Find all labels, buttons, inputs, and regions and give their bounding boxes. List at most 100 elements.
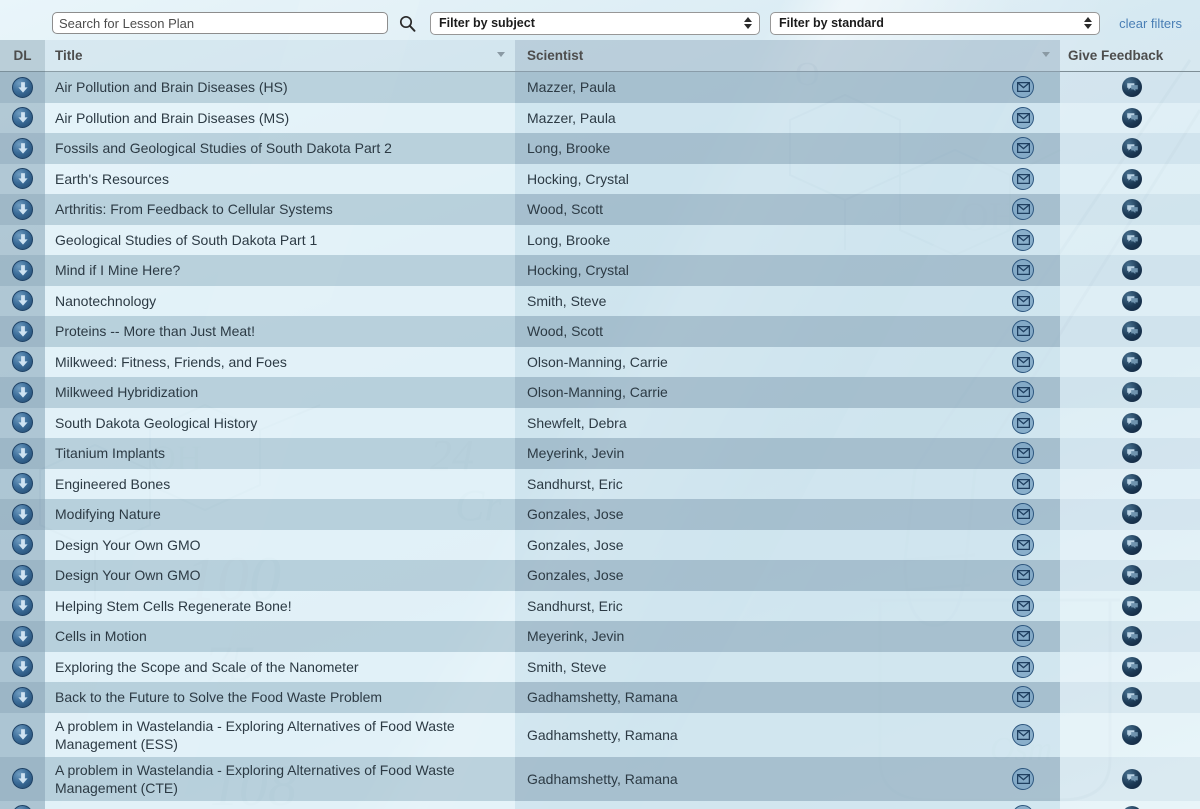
give-feedback-button[interactable] (1122, 290, 1142, 311)
email-scientist-button[interactable] (1012, 625, 1034, 648)
email-scientist-button[interactable] (1012, 686, 1034, 709)
give-feedback-button[interactable] (1122, 534, 1142, 555)
email-scientist-button[interactable] (1012, 472, 1034, 495)
download-button[interactable] (12, 656, 33, 678)
lesson-title-cell[interactable]: Modifying Nature (45, 499, 515, 530)
email-scientist-button[interactable] (1012, 594, 1034, 617)
table-row[interactable]: Cells in Motion Meyerink, Jevin (0, 621, 1200, 652)
give-feedback-button[interactable] (1122, 768, 1142, 789)
download-button[interactable] (12, 107, 33, 129)
give-feedback-button[interactable] (1122, 656, 1142, 677)
table-row[interactable]: Engineered Bones Sandhurst, Eric (0, 468, 1200, 499)
give-feedback-button[interactable] (1122, 565, 1142, 586)
chevron-down-icon[interactable] (1042, 51, 1050, 57)
column-header-title[interactable]: Title (45, 39, 515, 72)
download-button[interactable] (12, 595, 33, 617)
email-scientist-button[interactable] (1012, 564, 1034, 587)
give-feedback-button[interactable] (1122, 77, 1142, 98)
table-row[interactable]: Design Your Own GMO Gonzales, Jose (0, 560, 1200, 591)
download-button[interactable] (12, 381, 33, 403)
email-scientist-button[interactable] (1012, 503, 1034, 526)
download-button[interactable] (12, 76, 33, 98)
download-button[interactable] (12, 805, 33, 809)
download-button[interactable] (12, 412, 33, 434)
lesson-title-cell[interactable]: Milkweed Hybridization (45, 377, 515, 408)
column-header-scientist[interactable]: Scientist (515, 39, 1060, 72)
table-row[interactable]: Arthritis: From Feedback to Cellular Sys… (0, 194, 1200, 225)
download-button[interactable] (12, 473, 33, 495)
table-row[interactable]: Modifying Nature Gonzales, Jose (0, 499, 1200, 530)
table-row[interactable]: Design Your Own GMO Gonzales, Jose (0, 529, 1200, 560)
filter-by-standard-select[interactable]: Filter by standard (770, 11, 1100, 35)
give-feedback-button[interactable] (1122, 168, 1142, 189)
table-row[interactable]: A problem in Wastelandia - Exploring Alt… (0, 712, 1200, 757)
email-scientist-button[interactable] (1012, 320, 1034, 343)
download-button[interactable] (12, 320, 33, 342)
email-scientist-button[interactable] (1012, 259, 1034, 282)
give-feedback-button[interactable] (1122, 412, 1142, 433)
table-row[interactable]: A problem in Wastelandia - Exploring Alt… (0, 756, 1200, 801)
download-button[interactable] (12, 229, 33, 251)
give-feedback-button[interactable] (1122, 724, 1142, 745)
lesson-title-cell[interactable]: South Dakota Geological History (45, 407, 515, 438)
email-scientist-button[interactable] (1012, 106, 1034, 129)
lesson-title-cell[interactable]: Nanotechnology (45, 285, 515, 316)
filter-by-subject-select[interactable]: Filter by subject (430, 11, 760, 35)
give-feedback-button[interactable] (1122, 138, 1142, 159)
download-button[interactable] (12, 290, 33, 312)
lesson-title-cell[interactable]: Helping Stem Cells Regenerate Bone! (45, 590, 515, 621)
give-feedback-button[interactable] (1122, 382, 1142, 403)
give-feedback-button[interactable] (1122, 199, 1142, 220)
give-feedback-button[interactable] (1122, 260, 1142, 281)
download-button[interactable] (12, 503, 33, 525)
give-feedback-button[interactable] (1122, 595, 1142, 616)
email-scientist-button[interactable] (1012, 198, 1034, 221)
table-row[interactable]: Air Pollution and Brain Diseases (MS) Maz… (0, 102, 1200, 133)
table-row[interactable]: Milkweed: Fitness, Friends, and Foes Olso… (0, 346, 1200, 377)
download-button[interactable] (12, 768, 33, 789)
email-scientist-button[interactable] (1012, 655, 1034, 678)
chevron-down-icon[interactable] (497, 51, 505, 57)
lesson-title-cell[interactable]: A problem in Wastelandia - Exploring Alt… (45, 712, 515, 757)
download-button[interactable] (12, 442, 33, 464)
download-button[interactable] (12, 351, 33, 373)
table-row[interactable]: Proteins -- More than Just Meat! Wood, Sc… (0, 316, 1200, 347)
email-scientist-button[interactable] (1012, 381, 1034, 404)
give-feedback-button[interactable] (1122, 473, 1142, 494)
table-row[interactable]: Titanium Implants Meyerink, Jevin (0, 438, 1200, 469)
table-row[interactable]: South Dakota Geological History Shewfelt,… (0, 407, 1200, 438)
table-row[interactable]: Back to the Future to Solve the Food Was… (0, 682, 1200, 713)
search-input[interactable] (52, 12, 388, 34)
give-feedback-button[interactable] (1122, 229, 1142, 250)
lesson-title-cell[interactable]: Arthritis: From Feedback to Cellular Sys… (45, 194, 515, 225)
email-scientist-button[interactable] (1012, 350, 1034, 373)
table-row[interactable]: Milkweed Hybridization Olson-Manning, Car… (0, 377, 1200, 408)
email-scientist-button[interactable] (1012, 76, 1034, 99)
download-button[interactable] (12, 259, 33, 281)
lesson-title-cell[interactable]: Titanium Implants (45, 438, 515, 469)
email-scientist-button[interactable] (1012, 723, 1034, 746)
table-row[interactable]: Fossils and Geological Studies of South … (0, 133, 1200, 164)
table-row[interactable]: Air Pollution and Brain Diseases (HS) Maz… (0, 72, 1200, 103)
download-button[interactable] (12, 198, 33, 220)
email-scientist-button[interactable] (1012, 137, 1034, 160)
download-button[interactable] (12, 564, 33, 586)
table-row[interactable] (0, 800, 1200, 809)
lesson-title-cell[interactable]: Design Your Own GMO (45, 560, 515, 591)
lesson-title-cell[interactable]: Back to the Future to Solve the Food Was… (45, 682, 515, 713)
give-feedback-button[interactable] (1122, 351, 1142, 372)
lesson-title-cell[interactable]: Air Pollution and Brain Diseases (MS) (45, 102, 515, 133)
lesson-title-cell[interactable]: Geological Studies of South Dakota Part … (45, 224, 515, 255)
table-row[interactable]: Geological Studies of South Dakota Part … (0, 224, 1200, 255)
clear-filters-link[interactable]: clear filters (1119, 16, 1182, 31)
download-button[interactable] (12, 137, 33, 159)
lesson-title-cell[interactable]: Design Your Own GMO (45, 529, 515, 560)
lesson-title-cell[interactable]: Proteins -- More than Just Meat! (45, 316, 515, 347)
download-button[interactable] (12, 625, 33, 647)
give-feedback-button[interactable] (1122, 107, 1142, 128)
lesson-title-cell[interactable]: Milkweed: Fitness, Friends, and Foes (45, 346, 515, 377)
give-feedback-button[interactable] (1122, 687, 1142, 708)
give-feedback-button[interactable] (1122, 626, 1142, 647)
table-row[interactable]: Nanotechnology Smith, Steve (0, 285, 1200, 316)
lesson-title-cell[interactable]: Cells in Motion (45, 621, 515, 652)
